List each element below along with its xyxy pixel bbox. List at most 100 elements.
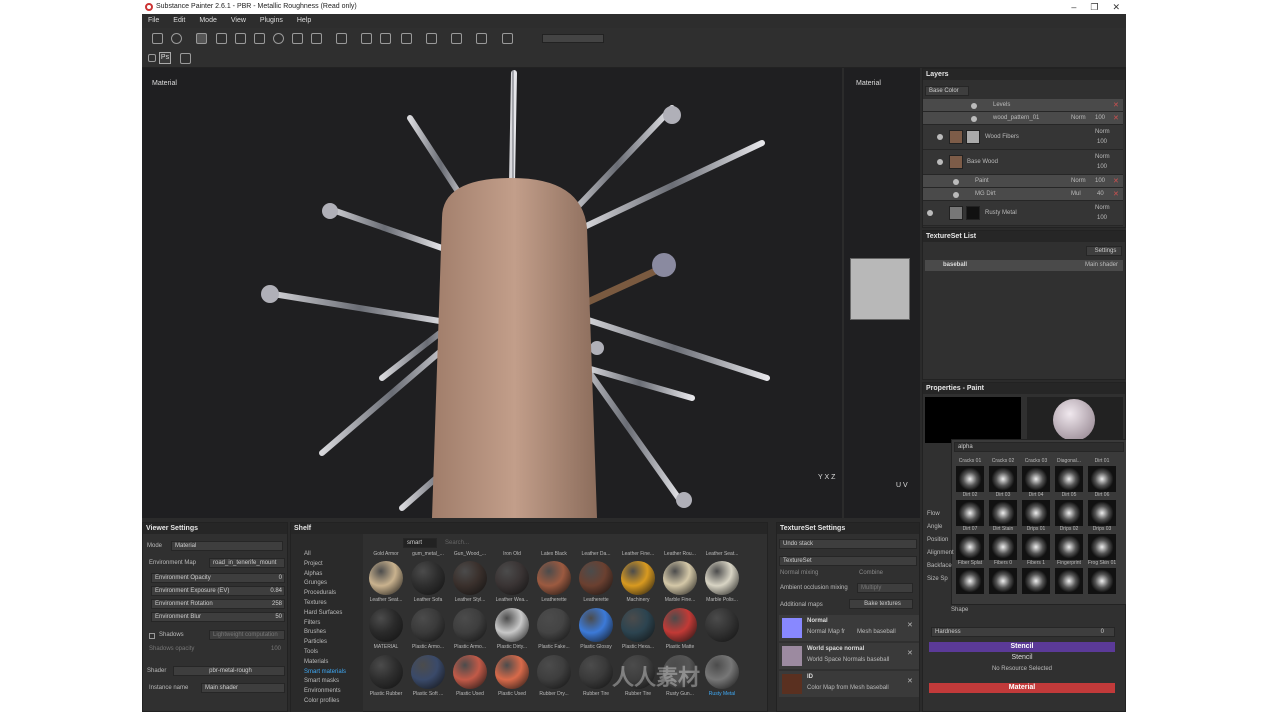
layer-blend[interactable]: Norm <box>1095 205 1110 211</box>
shader-dropdown[interactable]: pbr-metal-rough <box>173 666 285 676</box>
brush-thumb[interactable] <box>956 568 984 594</box>
2d-viewport[interactable]: Material U V <box>844 68 920 518</box>
material-sphere[interactable] <box>537 608 571 642</box>
material-sphere[interactable] <box>621 561 655 595</box>
shelf-category[interactable]: Color profiles <box>291 697 363 707</box>
shelf-search-input[interactable]: Search... <box>445 540 469 546</box>
slider-0[interactable]: Environment Opacity 0 <box>151 573 285 583</box>
shelf-category[interactable]: Filters <box>291 619 363 629</box>
layer-opacity[interactable]: 100 <box>1097 139 1107 145</box>
layer-opacity[interactable]: 100 <box>1095 115 1105 121</box>
layer-mg-dirt[interactable]: MG Dirt Mul 40 ✕ <box>923 188 1123 201</box>
additional-map-row[interactable]: World space normal World Space Normals ba… <box>779 643 919 669</box>
mirror-x-icon[interactable] <box>361 33 372 44</box>
material-sphere[interactable] <box>453 655 487 689</box>
hardness-slider[interactable]: Hardness 0 <box>931 627 1115 637</box>
small-tool-icon[interactable] <box>148 54 156 62</box>
shelf-category[interactable]: All <box>291 550 363 560</box>
brush-thumb[interactable] <box>1022 500 1050 526</box>
shadows-mode-button[interactable]: Lightweight computation <box>209 630 285 640</box>
shelf-category[interactable]: Brushes <box>291 628 363 638</box>
shelf-category[interactable]: Procedurals <box>291 589 363 599</box>
shelf-category[interactable]: Tools <box>291 648 363 658</box>
slider-2[interactable]: Environment Rotation 258 <box>151 599 285 609</box>
layer-blend[interactable]: Mul <box>1071 191 1081 197</box>
menu-help[interactable]: Help <box>297 14 311 28</box>
material-sphere[interactable] <box>621 608 655 642</box>
alpha-search-input[interactable]: alpha <box>954 442 1124 452</box>
layer-blend[interactable]: Norm <box>1071 178 1086 184</box>
delete-icon[interactable]: ✕ <box>1113 177 1119 185</box>
layer-blend[interactable]: Norm <box>1071 115 1086 121</box>
render-icon[interactable] <box>426 33 437 44</box>
menu-view[interactable]: View <box>231 14 246 28</box>
brush-thumb[interactable] <box>1088 466 1116 492</box>
brush-thumb[interactable] <box>1088 534 1116 560</box>
visibility-icon[interactable] <box>971 103 977 109</box>
close-button[interactable]: ✕ <box>1112 0 1120 14</box>
layer-blend[interactable]: Norm <box>1095 154 1110 160</box>
ao-mixing-dropdown[interactable]: Multiply <box>857 583 913 593</box>
brush-thumb[interactable] <box>989 466 1017 492</box>
photoshop-export-button[interactable]: Ps <box>159 52 171 64</box>
shelf-category[interactable]: Hard Surfaces <box>291 609 363 619</box>
normal-mixing-value[interactable]: Combine <box>859 570 883 576</box>
additional-map-row[interactable]: Normal Normal Map fr Mesh baseball ✕ <box>779 615 919 641</box>
maximize-button[interactable]: ❐ <box>1090 0 1098 14</box>
screenshot-icon[interactable] <box>476 33 487 44</box>
delete-icon[interactable]: ✕ <box>1113 190 1119 198</box>
delete-icon[interactable]: ✕ <box>1113 101 1119 109</box>
layer-opacity[interactable]: 40 <box>1097 191 1104 197</box>
material-sphere[interactable] <box>705 561 739 595</box>
settings-icon[interactable] <box>152 33 163 44</box>
brush-thumb[interactable] <box>956 500 984 526</box>
minimize-button[interactable]: – <box>1071 0 1076 14</box>
undo-stack-button[interactable]: Undo stack <box>779 539 917 549</box>
material-sphere[interactable] <box>705 655 739 689</box>
material-sphere[interactable] <box>663 561 697 595</box>
material-sphere[interactable] <box>495 561 529 595</box>
material-sphere[interactable] <box>369 608 403 642</box>
brush-thumb[interactable] <box>989 568 1017 594</box>
layer-wood-pattern[interactable]: wood_pattern_01 Norm 100 ✕ <box>923 112 1123 125</box>
layer-base-wood[interactable]: Base Wood Norm 100 <box>923 150 1123 175</box>
3d-viewport[interactable]: Material Y X Z <box>142 68 842 518</box>
mode-dropdown[interactable]: Material <box>171 541 283 551</box>
material-picker-icon[interactable] <box>311 33 322 44</box>
material-sphere[interactable] <box>369 655 403 689</box>
brush-thumb[interactable] <box>989 534 1017 560</box>
brush-thumb[interactable] <box>1022 568 1050 594</box>
brush-thumb[interactable] <box>1055 500 1083 526</box>
settings-button[interactable]: Settings <box>1086 246 1122 256</box>
material-sphere[interactable] <box>663 608 697 642</box>
layer-blend[interactable]: Norm <box>1095 129 1110 135</box>
brush-thumb[interactable] <box>1088 568 1116 594</box>
shelf-category[interactable]: Textures <box>291 599 363 609</box>
textureset-shader[interactable]: Main shader <box>1085 262 1118 268</box>
mirror-y-icon[interactable] <box>380 33 391 44</box>
material-header[interactable]: Material <box>929 683 1115 693</box>
material-sphere[interactable] <box>579 561 613 595</box>
layer-paint[interactable]: Paint Norm 100 ✕ <box>923 175 1123 188</box>
menu-plugins[interactable]: Plugins <box>260 14 283 28</box>
export-icon[interactable] <box>180 53 191 64</box>
shelf-category[interactable]: Particles <box>291 638 363 648</box>
channel-dropdown[interactable]: Base Color <box>925 86 969 96</box>
layer-wood-fibers[interactable]: Wood Fibers Norm 100 <box>923 125 1123 150</box>
envmap-dropdown[interactable]: road_in_tenerife_mount <box>209 558 285 568</box>
additional-map-row[interactable]: ID Color Map from Mesh baseball ✕ <box>779 671 919 697</box>
polygon-fill-icon[interactable] <box>254 33 265 44</box>
textureset-section[interactable]: TextureSet <box>779 556 917 566</box>
slider-3[interactable]: Environment Blur 50 <box>151 612 285 622</box>
brush-thumb[interactable] <box>1088 500 1116 526</box>
paint-brush-icon[interactable] <box>196 33 207 44</box>
brush-thumb[interactable] <box>1055 466 1083 492</box>
brush-thumb[interactable] <box>1022 534 1050 560</box>
menu-mode[interactable]: Mode <box>199 14 217 28</box>
visibility-icon[interactable] <box>937 134 943 140</box>
brush-thumb[interactable] <box>956 466 984 492</box>
sphere-icon[interactable] <box>171 33 182 44</box>
material-sphere[interactable] <box>453 561 487 595</box>
projection-icon[interactable] <box>235 33 246 44</box>
shelf-category[interactable]: Smart materials <box>291 668 363 678</box>
